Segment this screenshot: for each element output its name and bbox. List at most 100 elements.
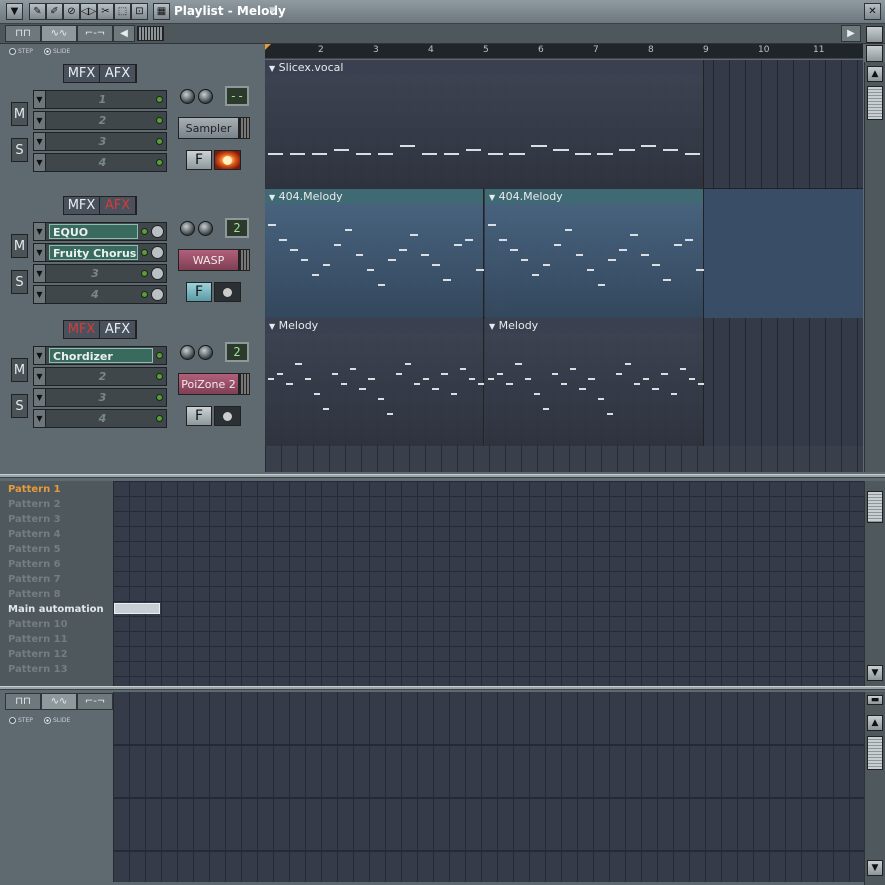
pan-knob[interactable] bbox=[198, 221, 213, 236]
effect-slot-1[interactable]: ▼ EQUO bbox=[33, 222, 167, 241]
scroll-down-icon-lower[interactable]: ▼ bbox=[867, 860, 883, 876]
close-icon[interactable]: ✕ bbox=[864, 3, 881, 20]
filter-button[interactable]: F bbox=[186, 282, 212, 302]
step-option-lower[interactable]: STEP bbox=[9, 717, 33, 724]
slot-mix-knob[interactable] bbox=[151, 288, 164, 301]
pattern-row-label[interactable]: Pattern 2 bbox=[6, 497, 109, 512]
mute-tool-icon[interactable]: ◁▷ bbox=[80, 3, 97, 20]
pattern-grid[interactable] bbox=[113, 481, 864, 686]
slot-led-icon[interactable] bbox=[156, 96, 163, 103]
slot-led-icon[interactable] bbox=[156, 159, 163, 166]
step-radio-icon-lower[interactable] bbox=[9, 717, 16, 724]
effect-slot-3[interactable]: ▼ 3 bbox=[33, 132, 167, 151]
draw-tool-icon[interactable]: ✎ bbox=[29, 3, 46, 20]
slot-led-icon[interactable] bbox=[141, 249, 148, 256]
pattern-clip[interactable]: ▼ Slicex.vocal bbox=[265, 60, 704, 189]
wave-square-icon-lower[interactable]: ⊓⊓ bbox=[5, 693, 41, 710]
effect-slot-1[interactable]: ▼ Chordizer bbox=[33, 346, 167, 365]
pattern-clip[interactable]: ▼ 404.Melody bbox=[485, 189, 704, 318]
zoom-tool-icon[interactable]: ⊡ bbox=[131, 3, 148, 20]
slot-led-icon[interactable] bbox=[156, 352, 163, 359]
wave-step-icon[interactable]: ⌐‐¬ bbox=[77, 25, 113, 42]
slot-led-icon[interactable] bbox=[156, 117, 163, 124]
slot-dropdown-icon[interactable]: ▼ bbox=[34, 265, 46, 282]
playlist-track-2[interactable]: ▼ 404.Melody ▼ 404.Melody bbox=[265, 189, 863, 318]
slot-mix-knob[interactable] bbox=[151, 225, 164, 238]
solo-button[interactable]: S bbox=[11, 394, 28, 418]
slot-dropdown-icon[interactable]: ▼ bbox=[34, 389, 46, 406]
effect-slot-1[interactable]: ▼ 1 bbox=[33, 90, 167, 109]
solo-button[interactable]: S bbox=[11, 138, 28, 162]
mute-button[interactable]: M bbox=[11, 358, 28, 382]
mfx-button[interactable]: MFX bbox=[64, 197, 100, 214]
pattern-row-label[interactable]: Pattern 3 bbox=[6, 512, 109, 527]
pattern-row-label[interactable]: Pattern 8 bbox=[6, 587, 109, 602]
scroll-up-icon[interactable]: ▲ bbox=[867, 66, 883, 82]
slot-led-icon[interactable] bbox=[141, 291, 148, 298]
slot-dropdown-icon[interactable]: ▼ bbox=[34, 133, 46, 150]
automation-block[interactable] bbox=[114, 603, 160, 614]
scroll-down-icon[interactable]: ▼ bbox=[867, 665, 883, 681]
pan-knob[interactable] bbox=[198, 89, 213, 104]
pattern-row-label[interactable]: Pattern 6 bbox=[6, 557, 109, 572]
wave-square-icon[interactable]: ⊓⊓ bbox=[5, 25, 41, 42]
generator-grip[interactable] bbox=[239, 117, 250, 139]
horizontal-scroll-thumb[interactable] bbox=[137, 26, 164, 41]
slot-dropdown-icon[interactable]: ▼ bbox=[34, 368, 46, 385]
pattern-row-label[interactable]: Pattern 5 bbox=[6, 542, 109, 557]
slot-dropdown-icon[interactable]: ▼ bbox=[34, 154, 46, 171]
volume-knob[interactable] bbox=[180, 89, 195, 104]
filter-button[interactable]: F bbox=[186, 150, 212, 170]
mute-button[interactable]: M bbox=[11, 234, 28, 258]
mixer-track-display[interactable]: 2 bbox=[225, 218, 249, 238]
playhead-marker-icon[interactable] bbox=[265, 44, 271, 50]
solo-button[interactable]: S bbox=[11, 270, 28, 294]
event-vscroll[interactable]: ▬ ▲ ▼ bbox=[864, 692, 885, 885]
pattern-clip[interactable]: ▼ Melody bbox=[265, 318, 485, 447]
restore-icon[interactable] bbox=[866, 45, 883, 62]
pattern-clip[interactable]: ▼ Melody bbox=[485, 318, 705, 447]
afx-button[interactable]: AFX bbox=[100, 65, 136, 82]
generator-button[interactable]: PoiZone 2 bbox=[178, 373, 239, 395]
empty-track-row[interactable] bbox=[265, 446, 863, 472]
pattern-row-label[interactable]: Main automation bbox=[6, 602, 109, 617]
slot-led-icon[interactable] bbox=[156, 373, 163, 380]
volume-knob[interactable] bbox=[180, 221, 195, 236]
channel-activity-icon[interactable] bbox=[214, 150, 241, 170]
clip-header[interactable]: ▼ Melody bbox=[265, 318, 483, 333]
scroll-up-icon-lower[interactable]: ▲ bbox=[867, 715, 883, 731]
pan-knob[interactable] bbox=[198, 345, 213, 360]
effect-slot-4[interactable]: ▼ 4 bbox=[33, 153, 167, 172]
panel-divider[interactable] bbox=[0, 474, 885, 478]
effect-slot-3[interactable]: ▼ 3 bbox=[33, 264, 167, 283]
generator-button[interactable]: Sampler bbox=[178, 117, 239, 139]
clip-dropdown-icon[interactable]: ▼ bbox=[269, 64, 275, 73]
slice-tool-icon[interactable]: ✂ bbox=[97, 3, 114, 20]
pattern-row-label[interactable]: Pattern 13 bbox=[6, 662, 109, 677]
slot-dropdown-icon[interactable]: ▼ bbox=[34, 91, 46, 108]
effect-slot-2[interactable]: ▼ 2 bbox=[33, 367, 167, 386]
scroll-right-icon[interactable]: ▶ bbox=[841, 25, 861, 42]
paint-tool-icon[interactable]: ✐ bbox=[46, 3, 63, 20]
slot-dropdown-icon[interactable]: ▼ bbox=[34, 112, 46, 129]
slot-dropdown-icon[interactable]: ▼ bbox=[34, 244, 46, 261]
mixer-track-display[interactable]: -- bbox=[225, 86, 249, 106]
effect-slot-4[interactable]: ▼ 4 bbox=[33, 285, 167, 304]
event-grid[interactable] bbox=[113, 692, 864, 882]
menu-arrow-icon[interactable]: ▼ bbox=[6, 3, 23, 20]
mfx-button[interactable]: MFX bbox=[64, 65, 100, 82]
slot-led-icon[interactable] bbox=[156, 138, 163, 145]
effect-slot-3[interactable]: ▼ 3 bbox=[33, 388, 167, 407]
volume-knob[interactable] bbox=[180, 345, 195, 360]
clip-dropdown-icon[interactable]: ▼ bbox=[489, 322, 495, 331]
title-dropdown-icon[interactable]: ▼ bbox=[269, 6, 276, 16]
slot-dropdown-icon[interactable]: ▼ bbox=[34, 347, 46, 364]
pattern-row-label[interactable]: Pattern 12 bbox=[6, 647, 109, 662]
effect-slot-2[interactable]: ▼ Fruity Chorus bbox=[33, 243, 167, 262]
clip-header[interactable]: ▼ 404.Melody bbox=[265, 189, 483, 204]
snap-grid-icon[interactable]: ▦ bbox=[153, 3, 170, 20]
afx-button[interactable]: AFX bbox=[100, 321, 136, 338]
slide-option[interactable]: SLIDE bbox=[44, 48, 70, 55]
slide-radio-icon-lower[interactable] bbox=[44, 717, 51, 724]
pattern-row-label[interactable]: Pattern 11 bbox=[6, 632, 109, 647]
